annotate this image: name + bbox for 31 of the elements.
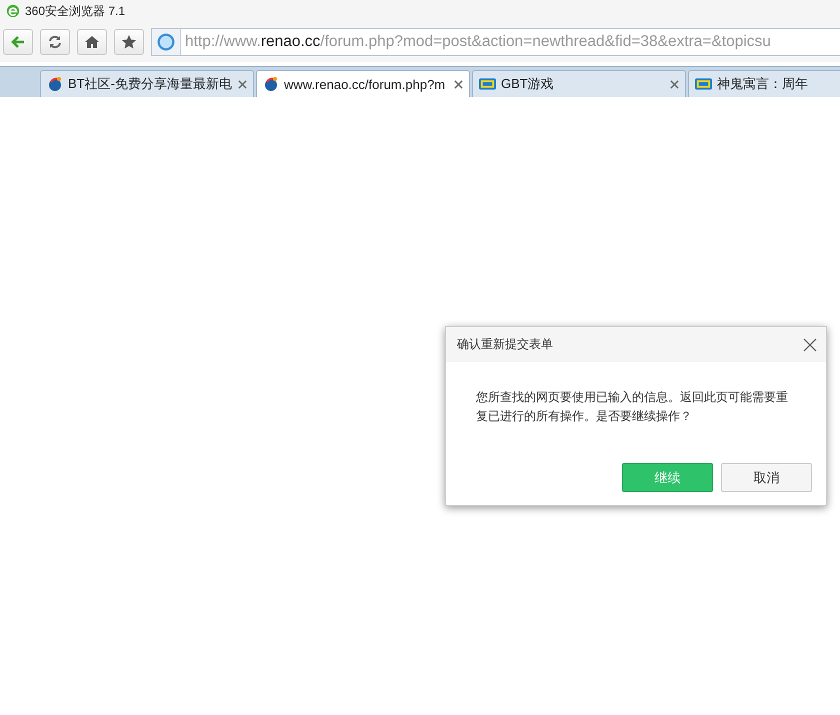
browser-tab[interactable]: www.renao.cc/forum.php?m [256, 70, 470, 97]
tab-title: www.renao.cc/forum.php?m [284, 76, 446, 92]
cancel-button[interactable]: 取消 [721, 463, 812, 492]
address-field[interactable]: http://www.renao.cc/forum.php?mod=post&action=newthread&fid=38&extra=&topicsu [151, 28, 840, 56]
close-icon[interactable] [454, 80, 463, 88]
globe-icon [263, 76, 279, 92]
close-icon[interactable] [238, 80, 247, 88]
tab-title: BT社区-免费分享海量最新电 [68, 75, 233, 93]
globe-icon [47, 76, 63, 92]
close-icon[interactable] [670, 80, 679, 88]
browser-tab[interactable]: BT社区-免费分享海量最新电 [40, 70, 254, 97]
dialog-message: 您所查找的网页要使用已输入的信息。返回此页可能需要重复已进行的所有操作。是否要继续操作？ [476, 389, 789, 425]
site-security-icon [157, 33, 175, 51]
refresh-button[interactable] [40, 29, 70, 55]
refresh-icon [47, 34, 63, 50]
favorite-button[interactable] [114, 29, 144, 55]
dialog-title: 确认重新提交表单 [457, 336, 553, 353]
close-icon[interactable] [803, 338, 817, 352]
bt-logo-icon [479, 78, 496, 90]
star-icon [121, 34, 137, 50]
home-button[interactable] [77, 29, 107, 55]
tab-title: GBT游戏 [501, 75, 555, 93]
bt-logo-icon [695, 78, 712, 90]
browser-tab[interactable]: 神鬼寓言：周年 [688, 70, 840, 97]
tab-title: 神鬼寓言：周年 [717, 75, 809, 93]
browser-tab[interactable]: GBT游戏 [472, 70, 686, 97]
back-button[interactable] [3, 29, 33, 55]
back-arrow-icon [10, 34, 26, 50]
browser-logo-icon [6, 4, 20, 18]
home-icon [84, 34, 100, 50]
window-title: 360安全浏览器 7.1 [25, 2, 126, 20]
